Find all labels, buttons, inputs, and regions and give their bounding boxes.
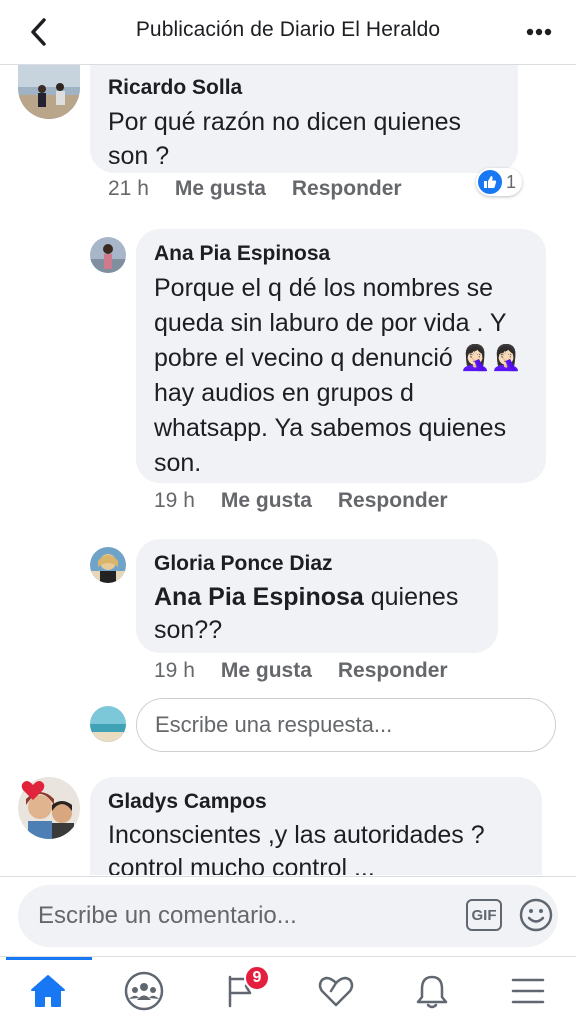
comment-time: 21 h <box>108 177 149 200</box>
gif-button[interactable]: GIF <box>466 899 502 931</box>
smiley-icon <box>519 898 553 932</box>
reply-button[interactable]: Responder <box>338 489 448 513</box>
reply-button[interactable]: Responder <box>292 177 402 201</box>
comment-text: Ana Pia Espinosa quienes son?? <box>154 581 480 647</box>
groups-icon <box>124 971 164 1011</box>
heart-sticker-icon <box>20 777 46 803</box>
comment-text: Porque el q dé los nombres se queda sin … <box>154 271 528 481</box>
comment-bubble[interactable]: Ana Pia Espinosa Porque el q dé los nomb… <box>136 229 546 483</box>
comment-actions: 21 h Me gusta Responder <box>108 177 402 201</box>
comment-text-part: hay audios en grupos d whatsapp. Ya sabe… <box>154 379 507 477</box>
tab-notifications[interactable] <box>384 957 480 1025</box>
comment-text: Inconscientes ,y las autoridades ? contr… <box>108 821 485 875</box>
comment-text: Por qué razón no dicen quienes son ? <box>108 108 462 170</box>
reaction-count-number: 1 <box>506 171 517 192</box>
comments-feed[interactable]: Ricardo Solla Por qué razón no dicen qui… <box>0 65 576 875</box>
comment-text-part: Porque el q dé los nombres se queda sin … <box>154 274 507 372</box>
bottom-tab-bar: 9 <box>0 956 576 1025</box>
comment-time: 19 h <box>154 489 195 512</box>
facepalm-emoji: 🤦🏻‍♀️🤦🏻‍♀️ <box>459 344 523 372</box>
emoji-button[interactable] <box>518 897 554 933</box>
tab-groups[interactable] <box>96 957 192 1025</box>
comment-bubble[interactable]: Gloria Ponce Diaz Ana Pia Espinosa quien… <box>136 539 498 653</box>
tab-dating[interactable] <box>288 957 384 1025</box>
comment-author[interactable]: Ana Pia Espinosa <box>154 241 528 267</box>
like-button[interactable]: Me gusta <box>221 659 312 683</box>
mention-link[interactable]: Ana Pia Espinosa <box>154 583 364 611</box>
tab-pages[interactable] <box>192 957 288 1025</box>
avatar[interactable] <box>18 65 80 119</box>
current-user-avatar <box>90 706 126 742</box>
comment-author[interactable]: Gloria Ponce Diaz <box>154 551 480 577</box>
bell-icon <box>416 975 448 1009</box>
comment-author[interactable]: Gladys Campos <box>108 789 524 815</box>
page-title: Publicación de Diario El Heraldo <box>135 18 441 41</box>
reply-input[interactable]: Escribe una respuesta... <box>136 698 556 752</box>
hamburger-menu-icon <box>511 978 545 1004</box>
reply-button[interactable]: Responder <box>338 659 448 683</box>
avatar[interactable] <box>90 547 126 583</box>
notification-badge: 9 <box>244 965 270 991</box>
comment-input-placeholder: Escribe un comentario... <box>38 902 297 929</box>
comment-bubble[interactable]: Ricardo Solla Por qué razón no dicen qui… <box>90 65 518 173</box>
comment-actions: 19 h Me gusta Responder <box>154 659 448 683</box>
comment-author[interactable]: Ricardo Solla <box>108 75 500 101</box>
more-options-button[interactable] <box>524 18 554 46</box>
comment-time: 19 h <box>154 659 195 682</box>
home-icon <box>31 975 65 1007</box>
tab-menu[interactable] <box>480 957 576 1025</box>
like-button[interactable]: Me gusta <box>221 489 312 513</box>
reaction-count[interactable]: 1 <box>476 168 523 196</box>
like-button[interactable]: Me gusta <box>175 177 266 201</box>
comment-composer: Escribe un comentario... GIF <box>0 876 576 957</box>
tab-home[interactable] <box>0 957 96 1025</box>
top-bar: Publicación de Diario El Heraldo <box>0 0 576 65</box>
comment-bubble[interactable]: Gladys Campos Inconscientes ,y las autor… <box>90 777 542 875</box>
like-reaction-icon <box>478 170 502 194</box>
heart-icon <box>318 976 354 1007</box>
more-horizontal-icon <box>526 28 552 36</box>
comment-actions: 19 h Me gusta Responder <box>154 489 448 513</box>
avatar[interactable] <box>90 237 126 273</box>
